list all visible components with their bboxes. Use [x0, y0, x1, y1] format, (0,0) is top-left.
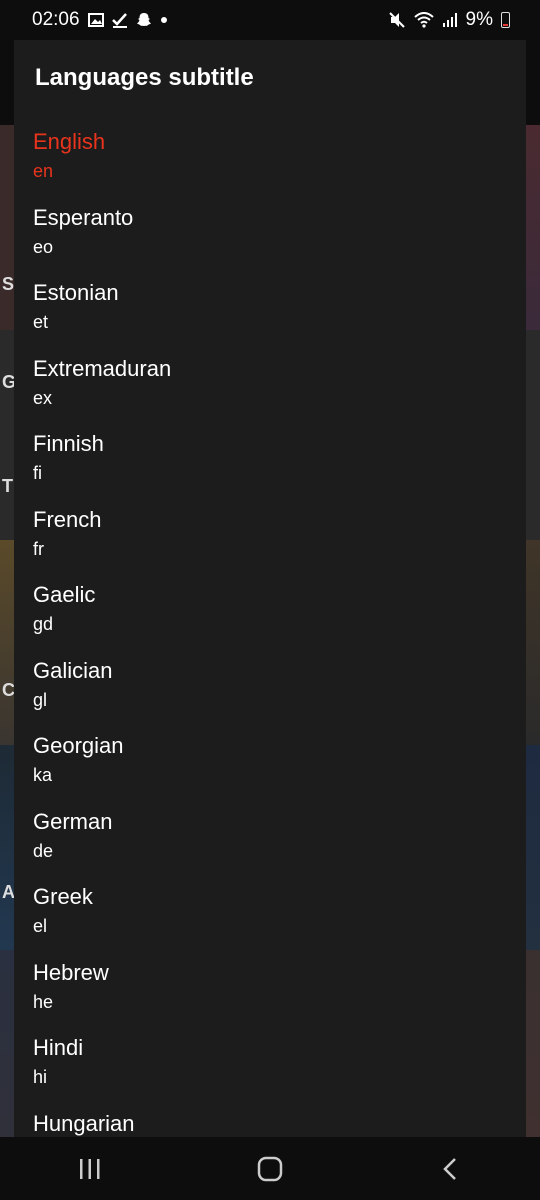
clock: 02:06 [32, 9, 80, 30]
language-item-hindi[interactable]: Hindi hi [14, 1030, 526, 1106]
home-button[interactable] [240, 1149, 300, 1189]
language-name: Georgian [33, 733, 124, 758]
language-name: German [33, 808, 113, 834]
language-code: ka [33, 765, 53, 785]
language-code: he [33, 991, 54, 1012]
wifi-icon [413, 12, 434, 28]
language-code: fr [33, 538, 44, 559]
gallery-icon [87, 13, 104, 27]
language-name: Esperanto [33, 204, 134, 230]
language-code: ex [33, 387, 53, 408]
language-name: Extremaduran [33, 355, 172, 381]
battery-icon [501, 12, 510, 28]
check-icon [111, 13, 127, 28]
signal-icon [442, 13, 457, 27]
language-item-german[interactable]: German de [14, 804, 526, 880]
back-icon [443, 1157, 456, 1180]
language-name: Hindi [33, 1035, 84, 1060]
language-item-georgian[interactable]: Georgian ka [14, 728, 526, 804]
language-item-english[interactable]: English en [14, 124, 526, 200]
language-list[interactable]: English en Esperanto eo Estonian et Extrema… [14, 124, 526, 1137]
language-name: Hungarian [33, 1110, 135, 1136]
dialog-title: Languages subtitle [35, 64, 254, 91]
status-bar: 02:06 9% [0, 0, 540, 40]
language-code: en [33, 161, 54, 181]
language-item-hebrew[interactable]: Hebrew he [14, 955, 526, 1031]
background-letter: T [2, 476, 13, 496]
recents-icon [80, 1158, 100, 1179]
language-item-galician[interactable]: Galician gl [14, 653, 526, 729]
battery-percent: 9% [465, 9, 493, 30]
language-item-finnish[interactable]: Finnish fi [14, 426, 526, 502]
language-name: English [33, 129, 106, 154]
background-letter: S [2, 274, 15, 294]
language-name: Gaelic [33, 582, 96, 607]
language-item-greek[interactable]: Greek el [14, 879, 526, 955]
language-item-hungarian[interactable]: Hungarian [14, 1106, 526, 1138]
language-code: fi [33, 463, 42, 483]
language-name: Estonian [33, 280, 119, 305]
language-code: gl [33, 689, 48, 710]
language-item-gaelic[interactable]: Gaelic gd [14, 577, 526, 653]
recents-button[interactable] [60, 1149, 120, 1189]
home-icon [257, 1156, 283, 1181]
language-item-french[interactable]: French fr [14, 502, 526, 578]
language-code: el [33, 916, 48, 936]
language-code: gd [33, 614, 54, 634]
back-button[interactable] [420, 1149, 480, 1189]
language-dialog: Languages subtitle English en Esperanto eo… [14, 40, 526, 1137]
language-name: Finnish [33, 431, 104, 456]
language-item-estonian[interactable]: Estonian et [14, 275, 526, 351]
language-code: hi [33, 1067, 48, 1087]
mute-icon [388, 12, 405, 28]
navigation-bar [0, 1137, 540, 1200]
background-posters-right [526, 125, 540, 1137]
language-name: French [33, 506, 102, 532]
dot-icon [160, 17, 167, 23]
language-name: Greek [33, 884, 93, 909]
language-name: Galician [33, 657, 113, 683]
language-code: et [33, 312, 49, 332]
language-item-esperanto[interactable]: Esperanto eo [14, 200, 526, 276]
language-name: Hebrew [33, 959, 109, 985]
snapchat-icon [136, 13, 151, 26]
language-code: eo [33, 236, 54, 257]
language-item-extremaduran[interactable]: Extremaduran ex [14, 351, 526, 427]
language-code: de [33, 840, 54, 861]
